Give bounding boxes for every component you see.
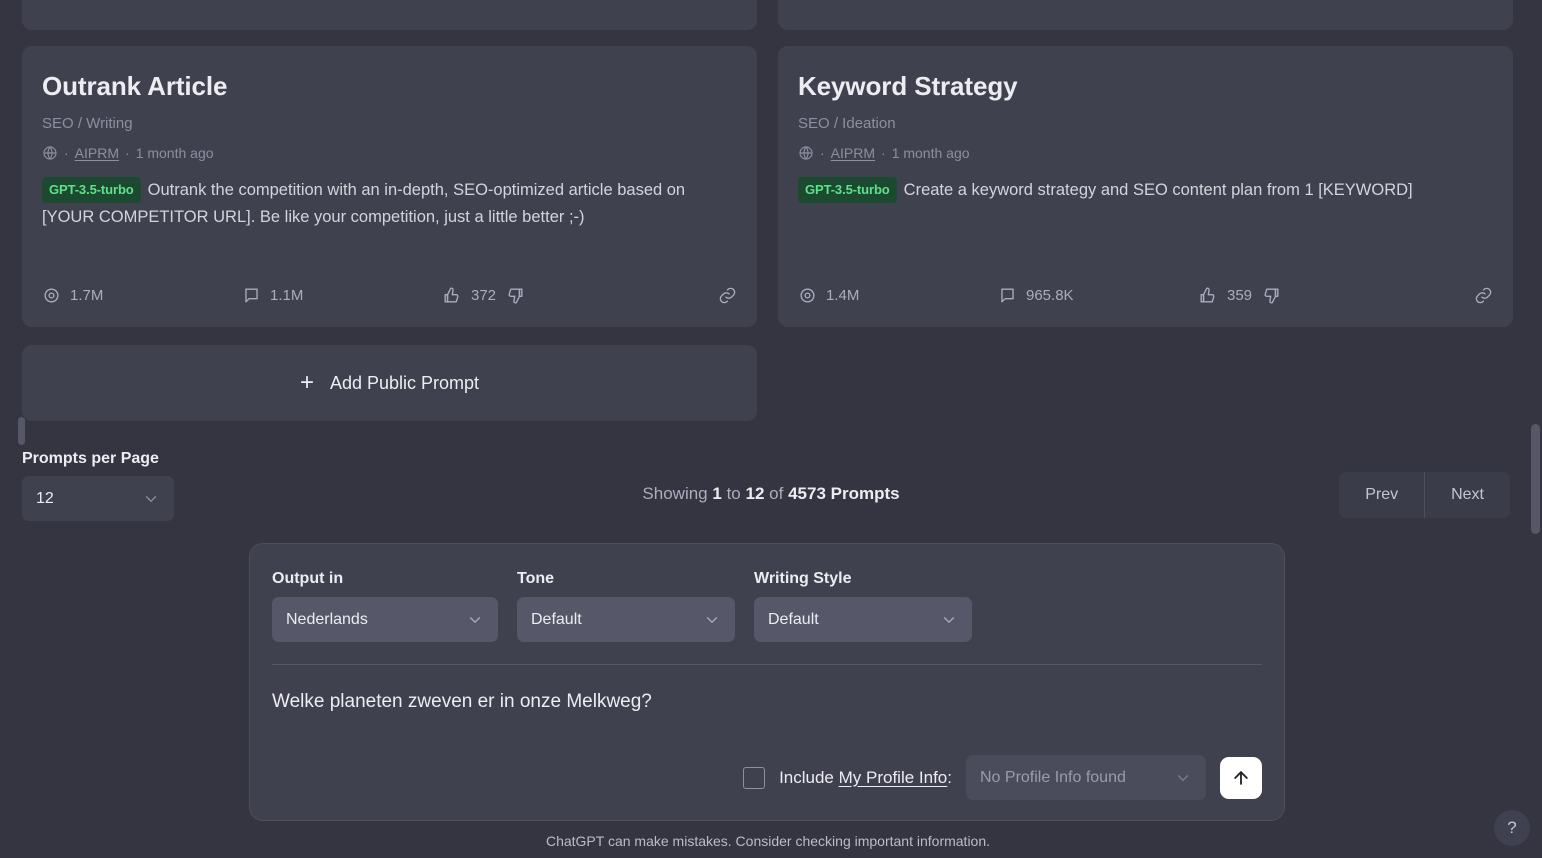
- prompt-category: SEO / Ideation: [798, 114, 896, 132]
- comments-stat: 1.1M: [242, 286, 442, 305]
- include-prefix: Include: [779, 767, 839, 787]
- page-scrollbar-thumb[interactable]: [1531, 424, 1540, 534]
- eye-icon: [798, 286, 817, 305]
- include-profile-checkbox[interactable]: [743, 766, 766, 789]
- thumbs-down-icon[interactable]: [1262, 286, 1281, 305]
- prompt-description-wrap: GPT-3.5-turbo Create a keyword strategy a…: [798, 176, 1493, 204]
- output-in-label: Output in: [272, 570, 344, 587]
- showing-prefix: Showing: [642, 484, 708, 503]
- copy-link-icon[interactable]: [718, 286, 737, 305]
- copy-link-icon[interactable]: [1474, 286, 1493, 305]
- prompt-author-link[interactable]: AIPRM: [831, 145, 875, 161]
- comments-count: 965.8K: [1026, 287, 1074, 304]
- writing-style-select[interactable]: Default: [754, 597, 972, 642]
- globe-icon: [42, 145, 58, 161]
- footer-disclaimer: ChatGPT can make mistakes. Consider chec…: [545, 833, 991, 849]
- prompt-description: Create a keyword strategy and SEO conten…: [903, 180, 1413, 199]
- footer-disclaimer-wrap: ChatGPT can make mistakes. Consider chec…: [0, 833, 1542, 849]
- pagination-buttons: Prev Next: [1339, 472, 1510, 518]
- views-stat: 1.4M: [798, 286, 998, 305]
- votes-stat: 372: [442, 286, 737, 305]
- help-button[interactable]: ?: [1494, 810, 1530, 846]
- prompt-card-keyword-strategy[interactable]: Keyword Strategy SEO / Ideation · AIPRM …: [778, 46, 1513, 327]
- meta-separator-1: ·: [64, 144, 69, 161]
- profile-info-value: No Profile Info found: [980, 768, 1126, 786]
- showing-from: 1: [712, 484, 722, 503]
- prompt-meta: · AIPRM · 1 month ago: [42, 145, 737, 161]
- prompt-meta: · AIPRM · 1 month ago: [798, 145, 1493, 161]
- send-button[interactable]: [1220, 756, 1262, 799]
- prompt-card-outrank-article[interactable]: Outrank Article SEO / Writing · AIPRM · …: [22, 46, 757, 327]
- meta-separator-2: ·: [881, 144, 886, 161]
- upvote-count: 359: [1227, 287, 1253, 304]
- prev-page-button[interactable]: Prev: [1339, 472, 1424, 518]
- showing-to-word: to: [726, 484, 741, 503]
- prompt-author-link[interactable]: AIPRM: [75, 145, 119, 161]
- showing-summary: Showing 1 to 12 of 4573 Prompts: [0, 484, 1542, 504]
- next-page-button[interactable]: Next: [1424, 472, 1510, 518]
- prompt-description-wrap: GPT-3.5-turbo Outrank the competition wit…: [42, 176, 737, 231]
- prompt-composer: Output in Nederlands Tone Default Writin…: [249, 543, 1285, 821]
- comment-icon: [242, 286, 261, 305]
- meta-separator-2: ·: [125, 144, 130, 161]
- prompt-category: SEO / Writing: [42, 114, 133, 132]
- add-public-prompt-button[interactable]: + Add Public Prompt: [22, 345, 757, 421]
- showing-of-word: of: [769, 484, 784, 503]
- comments-count: 1.1M: [270, 287, 304, 304]
- chevron-down-icon: [1174, 769, 1192, 787]
- chevron-down-icon: [450, 611, 484, 629]
- include-profile-label: Include My Profile Info:: [779, 768, 952, 788]
- thumbs-up-icon[interactable]: [1198, 286, 1217, 305]
- writing-style-label: Writing Style: [754, 570, 852, 587]
- views-count: 1.7M: [70, 287, 104, 304]
- votes-stat: 359: [1198, 286, 1493, 305]
- output-in-value: Nederlands: [286, 610, 368, 628]
- left-scroll-nub[interactable]: [18, 417, 25, 445]
- model-badge: GPT-3.5-turbo: [42, 176, 141, 203]
- my-profile-info-link[interactable]: My Profile Info: [839, 768, 948, 787]
- prompt-card-stub-top-left: [22, 0, 757, 30]
- composer-bottom-row: Include My Profile Info: No Profile Info…: [743, 755, 1262, 800]
- tone-control: Tone Default: [517, 570, 735, 642]
- app-root: Outrank Article SEO / Writing · AIPRM · …: [0, 0, 1542, 858]
- plus-icon: +: [299, 369, 314, 396]
- writing-style-value: Default: [768, 610, 819, 628]
- model-badge: GPT-3.5-turbo: [798, 176, 897, 203]
- eye-icon: [42, 286, 61, 305]
- views-stat: 1.7M: [42, 286, 242, 305]
- profile-info-select[interactable]: No Profile Info found: [966, 755, 1206, 800]
- arrow-up-icon: [1231, 768, 1251, 788]
- comment-icon: [998, 286, 1017, 305]
- prompts-per-page-label: Prompts per Page: [22, 450, 159, 467]
- comments-stat: 965.8K: [998, 286, 1198, 305]
- thumbs-down-icon[interactable]: [506, 286, 525, 305]
- showing-total: 4573 Prompts: [788, 484, 900, 503]
- add-public-prompt-label: Add Public Prompt: [329, 372, 480, 393]
- writing-style-control: Writing Style Default: [754, 570, 972, 642]
- views-count: 1.4M: [826, 287, 860, 304]
- thumbs-up-icon[interactable]: [442, 286, 461, 305]
- output-in-select[interactable]: Nederlands: [272, 597, 498, 642]
- globe-icon: [798, 145, 814, 161]
- card-stats-row: 1.7M 1.1M 372: [42, 286, 737, 305]
- composer-controls: Output in Nederlands Tone Default Writin…: [250, 544, 1284, 642]
- chevron-down-icon: [924, 611, 958, 629]
- meta-separator-1: ·: [820, 144, 825, 161]
- prompt-card-stub-top-right: [778, 0, 1513, 30]
- prompt-age: 1 month ago: [891, 144, 970, 161]
- tone-label: Tone: [517, 570, 555, 587]
- showing-to: 12: [745, 484, 765, 503]
- prompt-input[interactable]: Welke planeten zweven er in onze Melkweg…: [250, 665, 1284, 713]
- tone-select[interactable]: Default: [517, 597, 735, 642]
- prompt-age: 1 month ago: [135, 144, 214, 161]
- upvote-count: 372: [471, 287, 497, 304]
- include-suffix: :: [947, 767, 952, 787]
- output-in-control: Output in Nederlands: [272, 570, 498, 642]
- tone-value: Default: [531, 610, 582, 628]
- prompt-title: Outrank Article: [42, 71, 228, 101]
- prompt-title: Keyword Strategy: [798, 71, 1018, 101]
- chevron-down-icon: [687, 611, 721, 629]
- card-stats-row: 1.4M 965.8K 359: [798, 286, 1493, 305]
